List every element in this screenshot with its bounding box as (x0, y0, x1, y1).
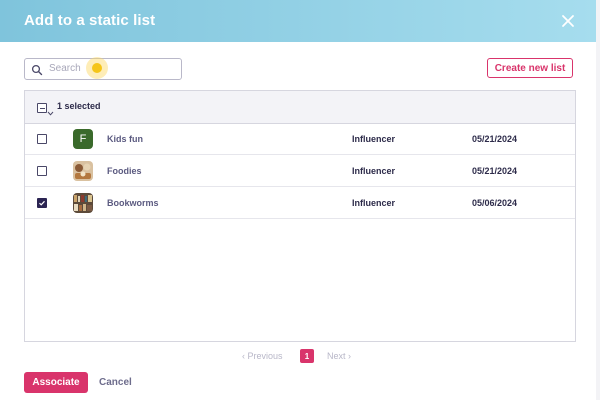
table-row[interactable]: Bookworms Influencer 05/06/2024 (25, 187, 575, 219)
list-name-link[interactable]: Foodies (107, 166, 142, 176)
list-date: 05/06/2024 (472, 198, 518, 208)
bulk-select-toggle[interactable] (37, 101, 54, 116)
selected-count-label: 1 selected (57, 101, 101, 111)
search-icon (31, 63, 43, 76)
list-name-link[interactable]: Bookworms (107, 198, 159, 208)
pagination: ‹ Previous 1 Next › (0, 349, 600, 365)
bookshelf-photo-icon (73, 193, 93, 213)
next-label: Next (327, 351, 346, 361)
list-date: 05/21/2024 (472, 134, 518, 144)
list-name-link[interactable]: Kids fun (107, 134, 143, 144)
list-type: Influencer (352, 166, 396, 176)
list-date: 05/21/2024 (472, 166, 518, 176)
list-type: Influencer (352, 134, 396, 144)
avatar: F (73, 129, 93, 149)
chevron-left-icon: ‹ (242, 351, 245, 361)
previous-page-button[interactable]: ‹ Previous (242, 351, 283, 361)
previous-label: Previous (247, 351, 283, 361)
row-checkbox[interactable] (37, 134, 47, 144)
table-row[interactable]: F Kids fun Influencer 05/21/2024 (25, 123, 575, 155)
page-number-current[interactable]: 1 (300, 349, 314, 363)
checkmark-icon (39, 200, 45, 206)
next-page-button[interactable]: Next › (327, 351, 351, 361)
modal-title: Add to a static list (24, 12, 156, 29)
food-photo-icon (73, 161, 93, 181)
mouse-cursor-dot (92, 63, 102, 73)
bulk-select-checkbox[interactable] (37, 103, 47, 113)
modal-header: Add to a static list (0, 0, 596, 42)
table-header: 1 selected (25, 91, 575, 124)
create-new-list-button[interactable]: Create new list (487, 58, 573, 78)
row-checkbox[interactable] (37, 166, 47, 176)
table-row[interactable]: Foodies Influencer 05/21/2024 (25, 155, 575, 187)
row-checkbox-checked[interactable] (37, 198, 47, 208)
close-icon[interactable] (558, 11, 578, 31)
chevron-down-icon[interactable] (47, 104, 54, 116)
associate-button[interactable]: Associate (24, 372, 88, 393)
chevron-right-icon: › (348, 351, 352, 361)
static-list-modal: Add to a static list Create new list (0, 0, 600, 400)
avatar (73, 161, 93, 181)
lists-table: 1 selected F Kids fun Influencer 05/21/2… (24, 90, 576, 342)
cancel-button[interactable]: Cancel (99, 377, 132, 388)
search-input[interactable] (49, 60, 175, 77)
list-type: Influencer (352, 198, 396, 208)
modal-edge (596, 0, 600, 400)
avatar (73, 193, 93, 213)
